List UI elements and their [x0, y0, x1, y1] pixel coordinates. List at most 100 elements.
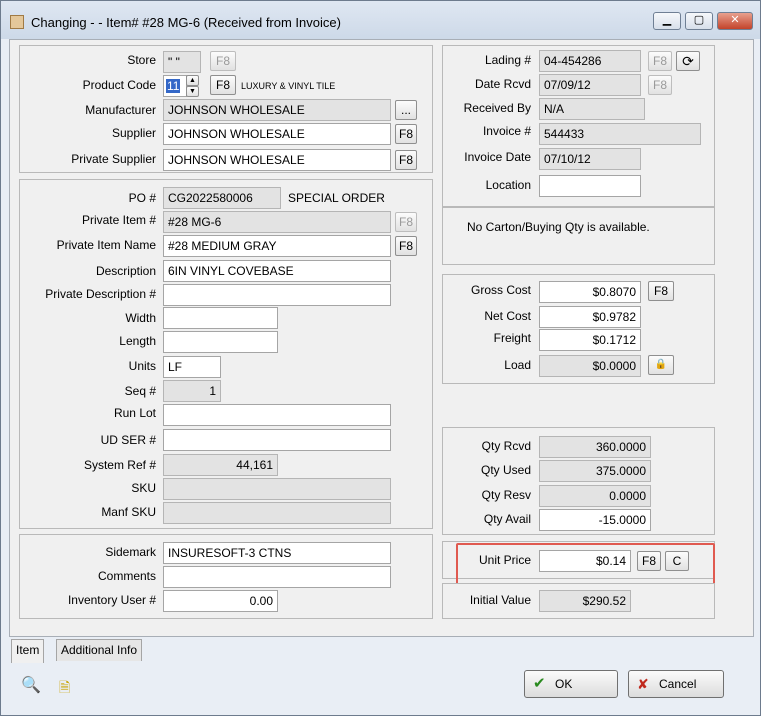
qty-avail-label: Qty Avail — [483, 512, 531, 526]
system-ref-field[interactable]: 44,161 — [163, 454, 278, 476]
title-bar[interactable]: Changing - - Item# #28 MG-6 (Received fr… — [1, 1, 760, 39]
description-field[interactable]: 6IN VINYL COVEBASE — [163, 260, 391, 282]
manf-sku-field[interactable] — [163, 502, 391, 524]
lading-f8-button[interactable]: F8 — [648, 51, 672, 71]
qty-rcvd-field[interactable]: 360.0000 — [539, 436, 651, 458]
dialog-window: Changing - - Item# #28 MG-6 (Received fr… — [0, 0, 761, 716]
carton-group — [442, 207, 715, 265]
date-rcvd-label: Date Rcvd — [474, 77, 531, 91]
cancel-x-icon: ✘ — [637, 676, 649, 692]
close-button[interactable]: ✕ — [717, 12, 753, 30]
manf-sku-label: Manf SKU — [101, 505, 156, 519]
sku-label: SKU — [131, 481, 156, 495]
po-note: SPECIAL ORDER — [288, 191, 385, 205]
private-supplier-field[interactable]: JOHNSON WHOLESALE — [163, 149, 391, 171]
qty-avail-field[interactable]: -15.0000 — [539, 509, 651, 531]
note-icon[interactable]: 🗎 — [59, 677, 70, 701]
unit-price-label: Unit Price — [478, 553, 531, 567]
load-label: Load — [504, 358, 531, 372]
supplier-f8-button[interactable]: F8 — [395, 124, 417, 144]
lading-field[interactable]: 04-454286 — [539, 50, 641, 72]
net-cost-label: Net Cost — [484, 309, 531, 323]
private-item-label: Private Item # — [81, 213, 156, 227]
gross-cost-label: Gross Cost — [470, 283, 531, 297]
po-label: PO # — [128, 191, 156, 205]
ud-ser-field[interactable] — [163, 429, 391, 451]
ok-button[interactable]: ✔ OK — [524, 670, 618, 698]
received-by-field[interactable]: N/A — [539, 98, 645, 120]
cancel-button[interactable]: ✘ Cancel — [628, 670, 724, 698]
ud-ser-label: UD SER # — [100, 433, 156, 447]
cancel-label: Cancel — [659, 677, 697, 691]
spin-down-button[interactable]: ▼ — [186, 86, 199, 97]
run-lot-label: Run Lot — [113, 406, 156, 420]
private-item-field[interactable]: #28 MG-6 — [163, 211, 391, 233]
width-field[interactable] — [163, 307, 278, 329]
private-description-field[interactable] — [163, 284, 391, 306]
supplier-label: Supplier — [111, 126, 156, 140]
unit-price-field[interactable]: $0.14 — [539, 550, 631, 572]
invoice-date-label: Invoice Date — [464, 150, 531, 164]
inventory-user-label: Inventory User # — [67, 593, 156, 607]
lading-label: Lading # — [484, 53, 531, 67]
carton-message: No Carton/Buying Qty is available. — [467, 220, 650, 234]
po-field[interactable]: CG2022580006 — [163, 187, 281, 209]
private-supplier-f8-button[interactable]: F8 — [395, 150, 417, 170]
tab-item[interactable]: Item — [11, 639, 45, 663]
system-ref-label: System Ref # — [83, 458, 156, 472]
product-code-field[interactable]: 11 — [163, 75, 187, 97]
qty-used-field[interactable]: 375.0000 — [539, 460, 651, 482]
private-item-name-label: Private Item Name — [56, 238, 156, 252]
units-label: Units — [128, 359, 156, 373]
store-field[interactable]: " " — [163, 51, 201, 73]
lock-icon[interactable]: 🔒 — [648, 355, 674, 375]
gross-cost-field[interactable]: $0.8070 — [539, 281, 641, 303]
comments-label: Comments — [97, 569, 156, 583]
seq-label: Seq # — [124, 384, 156, 398]
freight-field[interactable]: $0.1712 — [539, 329, 641, 351]
search-icon[interactable]: 🔍 — [21, 675, 41, 695]
comments-field[interactable] — [163, 566, 391, 588]
date-rcvd-field[interactable]: 07/09/12 — [539, 74, 641, 96]
refresh-icon[interactable]: ⟳ — [676, 51, 700, 71]
inventory-user-field[interactable]: 0.00 — [163, 590, 278, 612]
initial-value-field[interactable]: $290.52 — [539, 590, 631, 612]
minimize-button[interactable]: ▁ — [653, 12, 681, 30]
load-field[interactable]: $0.0000 — [539, 355, 641, 377]
seq-field[interactable]: 1 — [163, 380, 221, 402]
invoice-date-field[interactable]: 07/10/12 — [539, 148, 641, 170]
unit-price-c-button[interactable]: C — [665, 551, 689, 571]
run-lot-field[interactable] — [163, 404, 391, 426]
qty-used-label: Qty Used — [480, 463, 531, 477]
gross-cost-f8-button[interactable]: F8 — [648, 281, 674, 301]
initial-value-label: Initial Value — [469, 593, 531, 607]
date-rcvd-f8-button[interactable]: F8 — [648, 75, 672, 95]
private-item-name-field[interactable]: #28 MEDIUM GRAY — [163, 235, 391, 257]
qty-resv-label: Qty Resv — [481, 488, 531, 502]
location-field[interactable] — [539, 175, 641, 197]
maximize-button[interactable]: ▢ — [685, 12, 713, 30]
product-code-f8-button[interactable]: F8 — [210, 75, 236, 95]
store-f8-button[interactable]: F8 — [210, 51, 236, 71]
ok-label: OK — [555, 677, 573, 691]
net-cost-field[interactable]: $0.9782 — [539, 306, 641, 328]
manufacturer-browse-button[interactable]: ... — [395, 100, 417, 120]
units-field[interactable]: LF — [163, 356, 221, 378]
private-item-f8-button[interactable]: F8 — [395, 212, 417, 232]
tab-additional-info[interactable]: Additional Info — [56, 639, 143, 661]
qty-resv-field[interactable]: 0.0000 — [539, 485, 651, 507]
private-supplier-label: Private Supplier — [71, 152, 156, 166]
sku-field[interactable] — [163, 478, 391, 500]
private-item-name-f8-button[interactable]: F8 — [395, 236, 417, 256]
manufacturer-field[interactable]: JOHNSON WHOLESALE — [163, 99, 391, 121]
ok-check-icon: ✔ — [533, 675, 546, 692]
sidemark-field[interactable]: INSURESOFT-3 CTNS — [163, 542, 391, 564]
length-field[interactable] — [163, 331, 278, 353]
received-by-label: Received By — [463, 101, 531, 115]
sidemark-label: Sidemark — [105, 545, 156, 559]
product-code-description: LUXURY & VINYL TILE — [241, 81, 336, 91]
spin-up-button[interactable]: ▲ — [186, 75, 199, 86]
unit-price-f8-button[interactable]: F8 — [637, 551, 661, 571]
invoice-field[interactable]: 544433 — [539, 123, 701, 145]
supplier-field[interactable]: JOHNSON WHOLESALE — [163, 123, 391, 145]
